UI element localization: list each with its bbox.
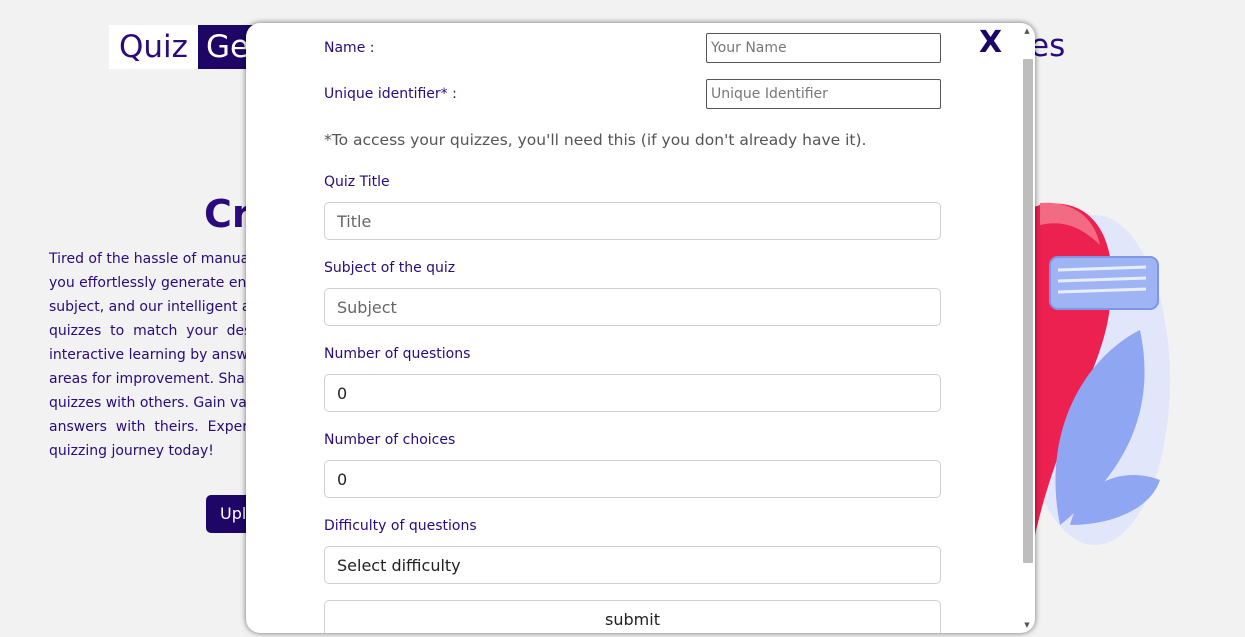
hero-heading: Cr: [204, 192, 251, 236]
name-label: Name :: [324, 40, 375, 56]
identifier-note: *To access your quizzes, you'll need thi…: [324, 131, 867, 149]
num-choices-input[interactable]: [324, 460, 941, 498]
scroll-down-arrow-icon[interactable]: ▼: [1023, 621, 1031, 629]
unique-identifier-label: Unique identifier* :: [324, 86, 457, 102]
chat-bubble-icon: [1049, 256, 1159, 310]
create-quiz-modal: X Name : Unique identifier* : *To access…: [246, 23, 1035, 633]
nav-text-fragment: es: [1030, 28, 1066, 64]
unique-identifier-input[interactable]: [706, 79, 941, 109]
submit-button[interactable]: submit: [324, 600, 941, 633]
modal-scrollbar[interactable]: ▲ ▼: [1021, 27, 1033, 629]
difficulty-select[interactable]: Select difficulty: [324, 546, 941, 584]
logo-word-quiz: Quiz: [109, 25, 198, 69]
name-input[interactable]: [706, 33, 941, 63]
site-logo[interactable]: Quiz Ge: [109, 25, 258, 69]
close-button[interactable]: X: [979, 25, 1002, 60]
subject-label: Subject of the quiz: [324, 260, 456, 276]
num-questions-input[interactable]: [324, 374, 941, 412]
scroll-up-arrow-icon[interactable]: ▲: [1023, 27, 1031, 35]
num-questions-label: Number of questions: [324, 346, 471, 362]
difficulty-selected-value: Select difficulty: [337, 555, 461, 575]
scrollbar-thumb[interactable]: [1023, 59, 1033, 563]
difficulty-label: Difficulty of questions: [324, 518, 477, 534]
num-choices-label: Number of choices: [324, 432, 456, 448]
subject-input[interactable]: [324, 288, 941, 326]
quiz-title-label: Quiz Title: [324, 174, 390, 190]
quiz-title-input[interactable]: [324, 202, 941, 240]
